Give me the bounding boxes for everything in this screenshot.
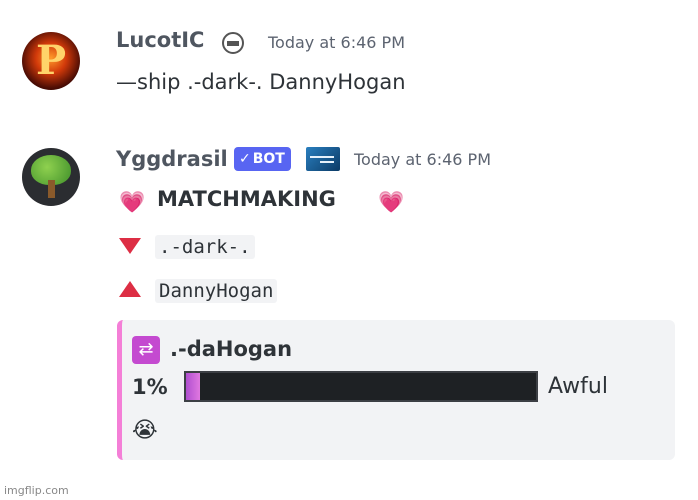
message-content: —ship .-dark-. DannyHogan [116,70,406,94]
avatar-letter: P [35,37,67,84]
heart-icon: 💗 [119,190,146,214]
ship-user-2-code: DannyHogan [155,279,278,303]
arrow-up-icon [119,281,141,297]
timestamp: Today at 6:46 PM [354,150,491,169]
ship-user-2[interactable]: DannyHogan [155,278,278,303]
bot-badge: ✓ BOT [234,147,291,171]
ship-embed: ⇄ .-daHogan 1% Awful 😭 [117,320,675,460]
watermark: imgflip.com [4,484,69,497]
shuffle-icon: ⇄ [132,336,160,364]
rating-label: Awful [548,374,608,399]
message-lucotic: P LucotIC Today at 6:46 PM —ship .-dark-… [0,0,698,110]
matchmaking-title: MATCHMAKING [157,187,336,211]
percent-label: 1% [132,375,168,399]
avatar[interactable]: P [22,32,80,90]
ship-user-1[interactable]: .-dark-. [155,234,255,259]
bot-badge-label: BOT [252,151,285,167]
check-icon: ✓ [239,151,251,167]
arrow-down-icon [119,238,141,254]
avatar[interactable] [22,148,80,206]
username[interactable]: LucotIC [116,28,204,52]
heart-icon: 💗 [378,190,405,214]
username[interactable]: Yggdrasil [116,147,228,171]
timestamp: Today at 6:46 PM [268,33,405,52]
server-badge-icon [222,32,244,54]
crying-face-icon: 😭 [132,418,158,443]
sign-badge-icon [306,147,340,171]
compatibility-bar [184,371,538,402]
ship-name: .-daHogan [170,337,293,361]
ship-user-1-code: .-dark-. [155,235,255,259]
compatibility-bar-fill [186,373,200,400]
